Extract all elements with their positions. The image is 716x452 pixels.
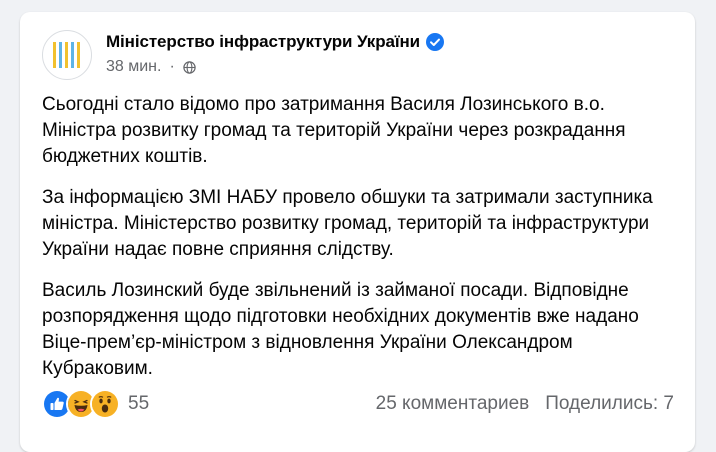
page-avatar[interactable] (42, 30, 92, 80)
post-paragraph: Василь Лозинский буде звільнений із займ… (42, 280, 639, 379)
page-name-link[interactable]: Міністерство інфраструктури України (106, 32, 420, 52)
globe-icon[interactable] (183, 60, 196, 74)
comments-count-link[interactable]: 25 комментариев (376, 393, 530, 415)
reactions-summary[interactable]: 55 (42, 389, 149, 419)
header-text: Міністерство інфраструктури України 38 м… (106, 30, 445, 76)
post-timestamp[interactable]: 38 мин. (106, 58, 161, 76)
shares-count-link[interactable]: Поделились: 7 (545, 393, 674, 415)
reaction-icons (42, 389, 120, 419)
ministry-logo-icon (53, 42, 80, 68)
meta-separator: · (169, 58, 175, 75)
post-footer: 55 25 комментариев Поделились: 7 (42, 389, 674, 419)
post-card: Міністерство інфраструктури України 38 м… (20, 12, 695, 452)
post-stats: 25 комментариев Поделились: 7 (376, 393, 674, 415)
post-paragraph: За інформацією ЗМІ НАБУ провело обшуки т… (42, 187, 653, 260)
post-text: Сьогодні стало відомо про затримання Вас… (42, 92, 682, 397)
wow-icon (90, 389, 120, 419)
post-header: Міністерство інфраструктури України 38 м… (42, 30, 445, 80)
name-row: Міністерство інфраструктури України (106, 30, 445, 54)
verified-badge-icon (426, 33, 445, 51)
post-paragraph: Сьогодні стало відомо про затримання Вас… (42, 94, 626, 167)
post-meta: 38 мин. · (106, 58, 444, 76)
reaction-count[interactable]: 55 (128, 393, 149, 415)
